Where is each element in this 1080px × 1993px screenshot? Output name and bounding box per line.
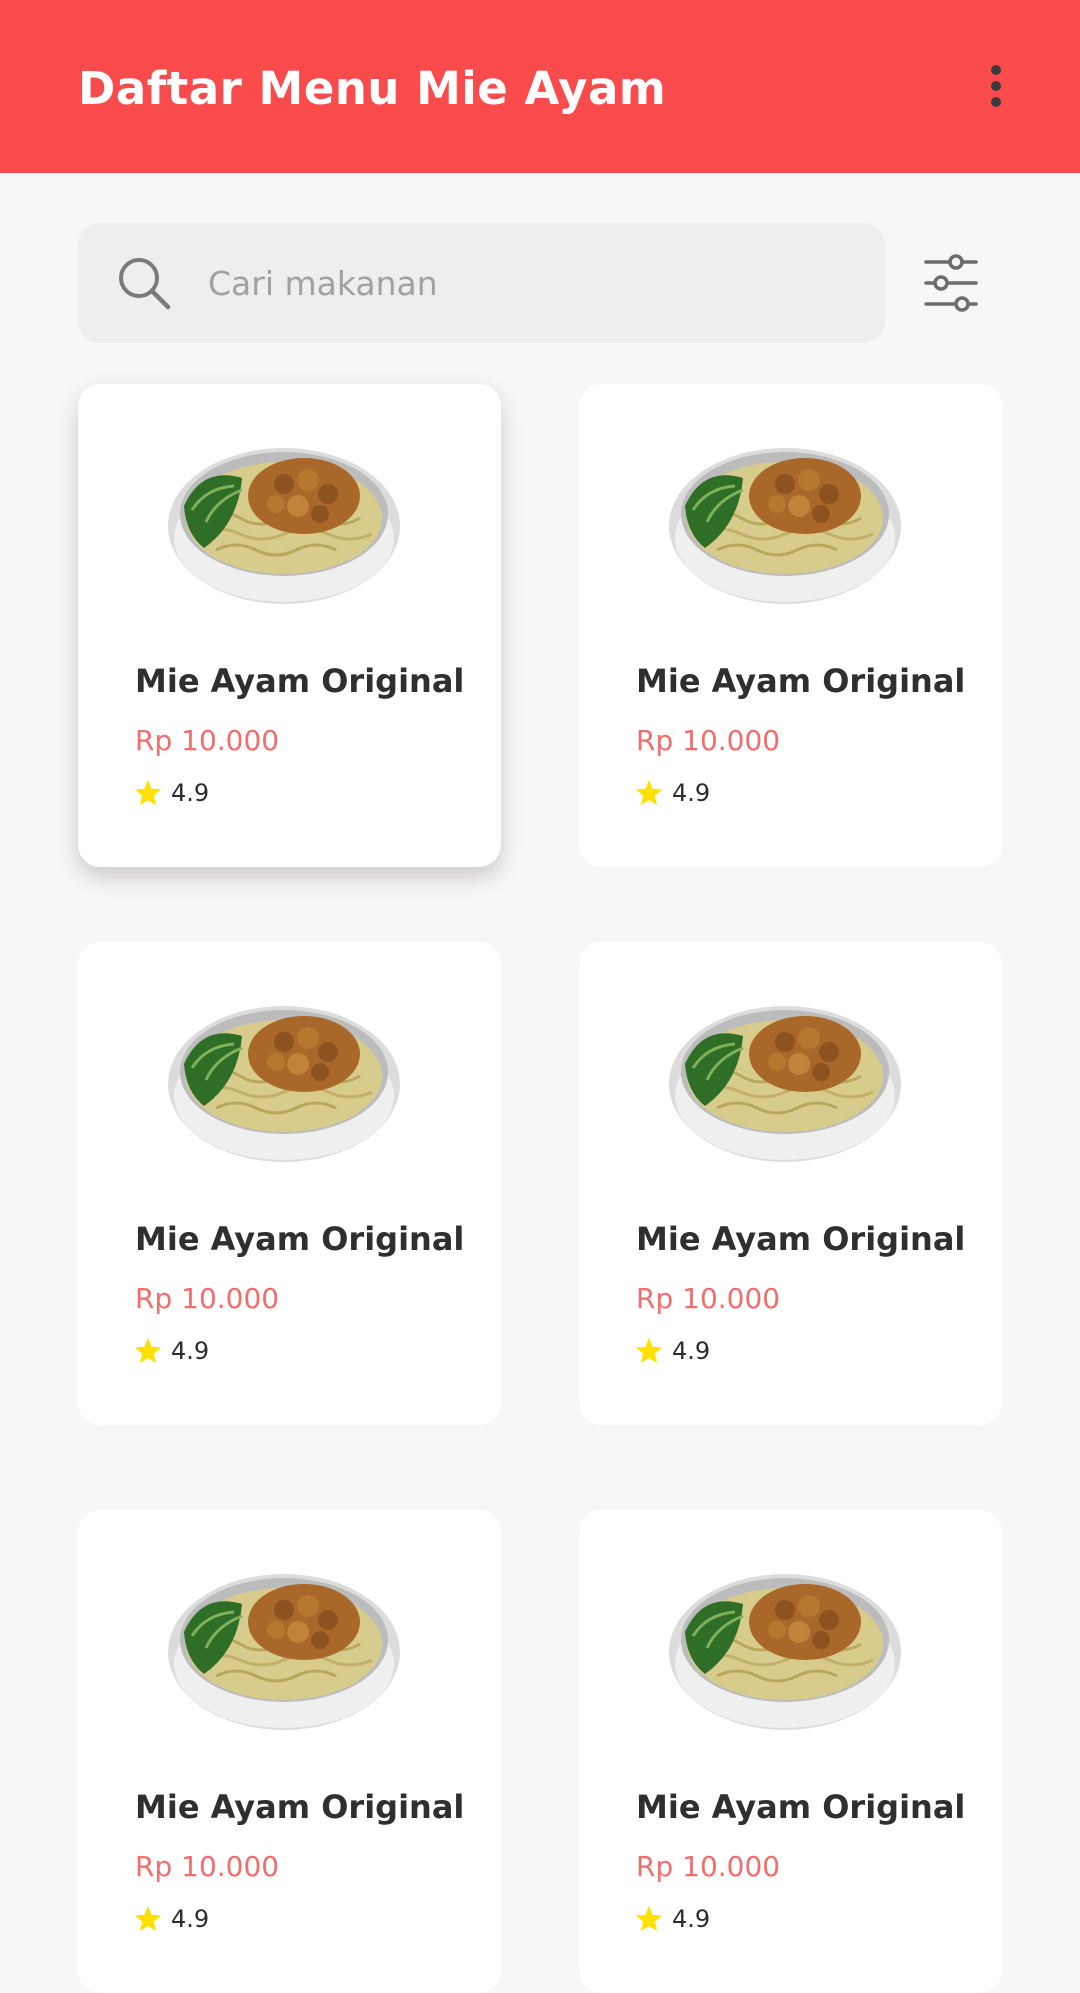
menu-item-name: Mie Ayam Original xyxy=(636,662,966,700)
rating-value: 4.9 xyxy=(672,1905,711,1933)
rating-value: 4.9 xyxy=(672,779,711,807)
menu-item-rating: 4.9 xyxy=(634,1334,710,1368)
menu-item-rating: 4.9 xyxy=(133,776,209,810)
menu-card[interactable]: Mie Ayam Original Rp 10.000 4.9 xyxy=(78,384,501,867)
search-icon xyxy=(119,258,171,310)
menu-item-name: Mie Ayam Original xyxy=(135,662,465,700)
more-options-icon[interactable] xyxy=(970,60,1022,112)
page-title: Daftar Menu Mie Ayam xyxy=(78,62,667,115)
rating-value: 4.9 xyxy=(171,1337,210,1365)
menu-item-price: Rp 10.000 xyxy=(636,724,781,757)
mie-ayam-image xyxy=(669,448,901,604)
mie-ayam-image xyxy=(168,1574,400,1730)
rating-value: 4.9 xyxy=(171,1905,210,1933)
star-icon xyxy=(134,1905,162,1932)
menu-item-name: Mie Ayam Original xyxy=(135,1788,465,1826)
menu-item-rating: 4.9 xyxy=(133,1902,209,1936)
star-icon xyxy=(134,1337,162,1364)
menu-item-rating: 4.9 xyxy=(634,776,710,810)
mie-ayam-image xyxy=(168,448,400,604)
menu-item-price: Rp 10.000 xyxy=(135,1850,280,1883)
search-bar[interactable] xyxy=(78,223,885,343)
rating-value: 4.9 xyxy=(171,779,210,807)
menu-item-rating: 4.9 xyxy=(133,1334,209,1368)
mie-ayam-image xyxy=(669,1006,901,1162)
search-input[interactable] xyxy=(208,253,848,313)
star-icon xyxy=(635,1905,663,1932)
menu-item-name: Mie Ayam Original xyxy=(135,1220,465,1258)
star-icon xyxy=(635,1337,663,1364)
menu-item-price: Rp 10.000 xyxy=(135,724,280,757)
star-icon xyxy=(635,779,663,806)
menu-item-price: Rp 10.000 xyxy=(636,1850,781,1883)
menu-card[interactable]: Mie Ayam Original Rp 10.000 4.9 xyxy=(579,384,1002,867)
rating-value: 4.9 xyxy=(672,1337,711,1365)
mie-ayam-image xyxy=(168,1006,400,1162)
menu-card[interactable]: Mie Ayam Original Rp 10.000 4.9 xyxy=(579,942,1002,1425)
menu-item-name: Mie Ayam Original xyxy=(636,1788,966,1826)
menu-item-rating: 4.9 xyxy=(634,1902,710,1936)
menu-item-price: Rp 10.000 xyxy=(636,1282,781,1315)
menu-card[interactable]: Mie Ayam Original Rp 10.000 4.9 xyxy=(579,1510,1002,1993)
star-icon xyxy=(134,779,162,806)
mie-ayam-image xyxy=(669,1574,901,1730)
menu-card[interactable]: Mie Ayam Original Rp 10.000 4.9 xyxy=(78,1510,501,1993)
menu-item-price: Rp 10.000 xyxy=(135,1282,280,1315)
menu-card[interactable]: Mie Ayam Original Rp 10.000 4.9 xyxy=(78,942,501,1425)
menu-item-name: Mie Ayam Original xyxy=(636,1220,966,1258)
filter-icon[interactable] xyxy=(918,250,984,316)
app-bar: Daftar Menu Mie Ayam xyxy=(0,0,1080,173)
